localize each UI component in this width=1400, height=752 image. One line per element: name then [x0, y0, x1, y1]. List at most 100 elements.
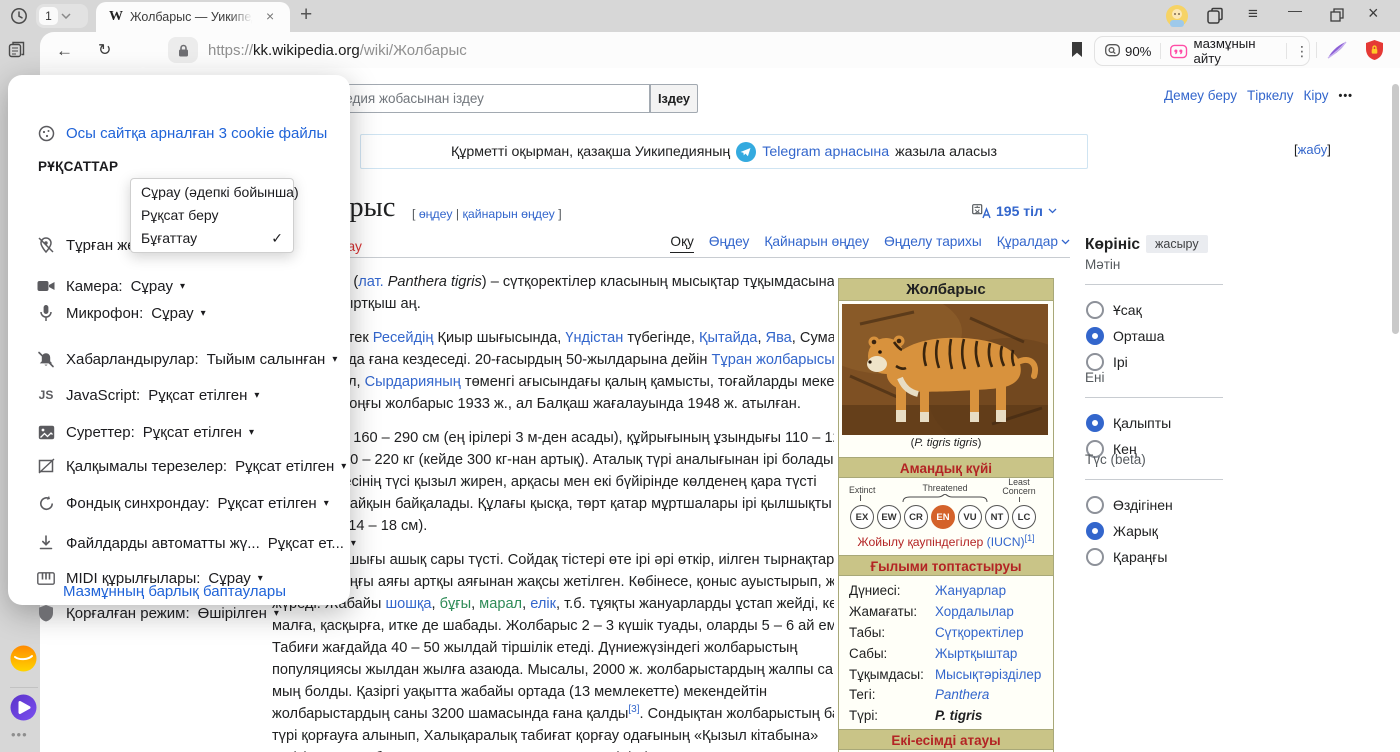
radio-option[interactable]: Орташа: [1086, 326, 1164, 346]
caret-down-icon[interactable]: ▾: [351, 538, 356, 549]
article-link[interactable]: шошқа: [385, 596, 431, 612]
tab-Өңдеу[interactable]: Өңдеу: [709, 234, 750, 249]
taxonomy-value[interactable]: Жыртқыштар: [935, 644, 1017, 665]
sidebar-more-icon[interactable]: •••: [11, 727, 28, 742]
close-window-icon[interactable]: ×: [1368, 3, 1379, 24]
permission-row[interactable]: Хабарландырулар:Тыйым салынған▾: [36, 348, 337, 370]
article-link[interactable]: Сырдарияның: [365, 374, 461, 390]
zoom-control[interactable]: 90%: [1105, 44, 1151, 59]
alice-assistant-icon[interactable]: [10, 694, 37, 721]
reload-icon[interactable]: ↻: [98, 40, 111, 60]
browser-tab[interactable]: W Жолбарыс — Уикипед ×: [96, 2, 290, 32]
article-link[interactable]: бұғы: [440, 596, 471, 612]
radio-option[interactable]: Жарық: [1086, 521, 1158, 541]
address-bar[interactable]: https://kk.wikipedia.org/wiki/Жолбарыс: [208, 42, 467, 59]
radio-icon[interactable]: [1086, 548, 1104, 566]
caret-down-icon[interactable]: ▾: [341, 461, 346, 472]
tab-Қайнарын өңдеу[interactable]: Қайнарын өңдеу: [764, 234, 869, 249]
permission-row[interactable]: Камера:Сұрау▾: [36, 275, 185, 297]
article-link[interactable]: Ресейдің: [373, 330, 434, 346]
article-link[interactable]: Тұран жолбарысы: [712, 352, 834, 368]
cookies-row[interactable]: Осы сайтқа арналған 3 cookie файлы: [36, 122, 327, 144]
permission-row[interactable]: Файлдарды автоматты жү...Рұқсат ет...▾: [36, 532, 356, 554]
radio-selected-icon[interactable]: [1086, 522, 1104, 540]
history-icon[interactable]: [10, 7, 28, 25]
radio-icon[interactable]: [1086, 301, 1104, 319]
read-alo​ud-button[interactable]: мазмұнын айту: [1170, 36, 1278, 66]
radio-icon[interactable]: [1086, 353, 1104, 371]
back-icon[interactable]: ←: [56, 41, 73, 61]
radio-option[interactable]: Өздігінен: [1086, 495, 1173, 515]
article-link[interactable]: Ява: [766, 330, 792, 346]
radio-option[interactable]: Ірі: [1086, 352, 1128, 372]
permission-row[interactable]: Қалқымалы терезелер:Рұқсат етілген▾: [36, 455, 346, 477]
language-selector[interactable]: 195 тіл: [972, 203, 1057, 219]
cookies-link[interactable]: Осы сайтқа арналған 3 cookie файлы: [66, 125, 327, 142]
taxonomy-value[interactable]: Мысықтәрізділер: [935, 665, 1041, 686]
article-link[interactable]: Қытайда: [699, 330, 757, 346]
permission-row[interactable]: Суреттер:Рұқсат етілген▾: [36, 421, 254, 443]
article-link[interactable]: елік: [530, 596, 556, 612]
taxonomy-value[interactable]: Panthera: [935, 685, 989, 706]
menu-option[interactable]: Сұрау (әдепкі бойынша): [131, 181, 293, 204]
telegram-link[interactable]: Telegram арнасына: [762, 144, 889, 160]
minimize-icon[interactable]: —: [1288, 2, 1302, 18]
profile-avatar[interactable]: [1166, 5, 1188, 27]
permission-row[interactable]: JSJavaScript:Рұқсат етілген▾: [36, 384, 259, 406]
caret-down-icon[interactable]: ▾: [324, 498, 329, 509]
tab-Өңделу тарихы[interactable]: Өңделу тарихы: [884, 234, 982, 249]
status-link[interactable]: Жойылу қаупіндегілер: [857, 535, 983, 549]
radio-option[interactable]: Қараңғы: [1086, 547, 1167, 567]
user-menu-icon[interactable]: •••: [1338, 90, 1353, 102]
radio-option[interactable]: Қалыпты: [1086, 413, 1171, 433]
wiki-search-button[interactable]: Іздеу: [650, 84, 698, 113]
caret-down-icon[interactable]: ▾: [332, 354, 337, 365]
user-link[interactable]: Тіркелу: [1247, 88, 1294, 103]
caret-down-icon[interactable]: ▾: [180, 281, 185, 292]
yandex-pen-icon[interactable]: [1326, 40, 1348, 60]
new-tab-button[interactable]: +: [300, 3, 312, 27]
permission-row[interactable]: Фондық синхрондау:Рұқсат етілген▾: [36, 492, 329, 514]
article-link[interactable]: [3]: [628, 704, 639, 715]
caret-down-icon[interactable]: ▾: [201, 308, 206, 319]
caret-down-icon[interactable]: ▾: [274, 608, 279, 619]
browser-menu-icon[interactable]: ≡: [1248, 4, 1258, 24]
tab-Құралдар[interactable]: Құралдар: [997, 234, 1070, 249]
user-link[interactable]: Демеу беру: [1164, 88, 1237, 103]
taxonomy-value[interactable]: Сүтқоректілер: [935, 623, 1024, 644]
permission-row[interactable]: Микрофон:Сұрау▾: [36, 302, 206, 324]
article-link[interactable]: Үндістан: [565, 330, 623, 346]
chip-more-icon[interactable]: ⋮: [1295, 43, 1309, 60]
tab-close-icon[interactable]: ×: [266, 8, 274, 24]
taxonomy-value[interactable]: Хордалылар: [935, 602, 1014, 623]
content-settings-link[interactable]: Мазмұнның барлық баптаулары: [63, 583, 286, 600]
side-panels-icon[interactable]: [1206, 7, 1224, 25]
tab-Оқу[interactable]: Оқу: [670, 234, 693, 253]
maximize-icon[interactable]: [1330, 8, 1344, 22]
adblock-shield-icon[interactable]: [1364, 39, 1385, 61]
caret-down-icon[interactable]: ▾: [254, 390, 259, 401]
menu-option[interactable]: Бұғаттау✓: [131, 227, 293, 250]
appearance-hide-button[interactable]: жасыру: [1146, 235, 1208, 253]
permission-row[interactable]: Қорғалған режим:Өшірілген▾: [36, 602, 279, 624]
tab-group-chip[interactable]: 1: [36, 4, 88, 28]
radio-icon[interactable]: [1086, 496, 1104, 514]
radio-selected-icon[interactable]: [1086, 327, 1104, 345]
menu-option[interactable]: Рұқсат беру: [131, 204, 293, 227]
site-lock-chip[interactable]: [168, 37, 198, 63]
radio-selected-icon[interactable]: [1086, 414, 1104, 432]
user-link[interactable]: Кіру: [1303, 88, 1328, 103]
article-link[interactable]: лат.: [358, 274, 383, 290]
article-link[interactable]: марал: [479, 596, 522, 612]
radio-option[interactable]: Ұсақ: [1086, 300, 1142, 320]
page-scrollbar[interactable]: [1392, 84, 1399, 334]
edit-source-link[interactable]: қайнарын өңдеу: [463, 207, 555, 221]
tiger-image[interactable]: [842, 304, 1048, 435]
edit-link[interactable]: өңдеу: [419, 207, 453, 221]
bookmark-icon[interactable]: [1070, 41, 1084, 58]
caret-down-icon[interactable]: ▾: [258, 573, 263, 584]
banner-close-link[interactable]: [жабу]: [1294, 142, 1331, 157]
tabs-panel-icon[interactable]: [7, 40, 26, 59]
caret-down-icon[interactable]: ▾: [249, 427, 254, 438]
wiki-search-input[interactable]: [300, 84, 650, 113]
